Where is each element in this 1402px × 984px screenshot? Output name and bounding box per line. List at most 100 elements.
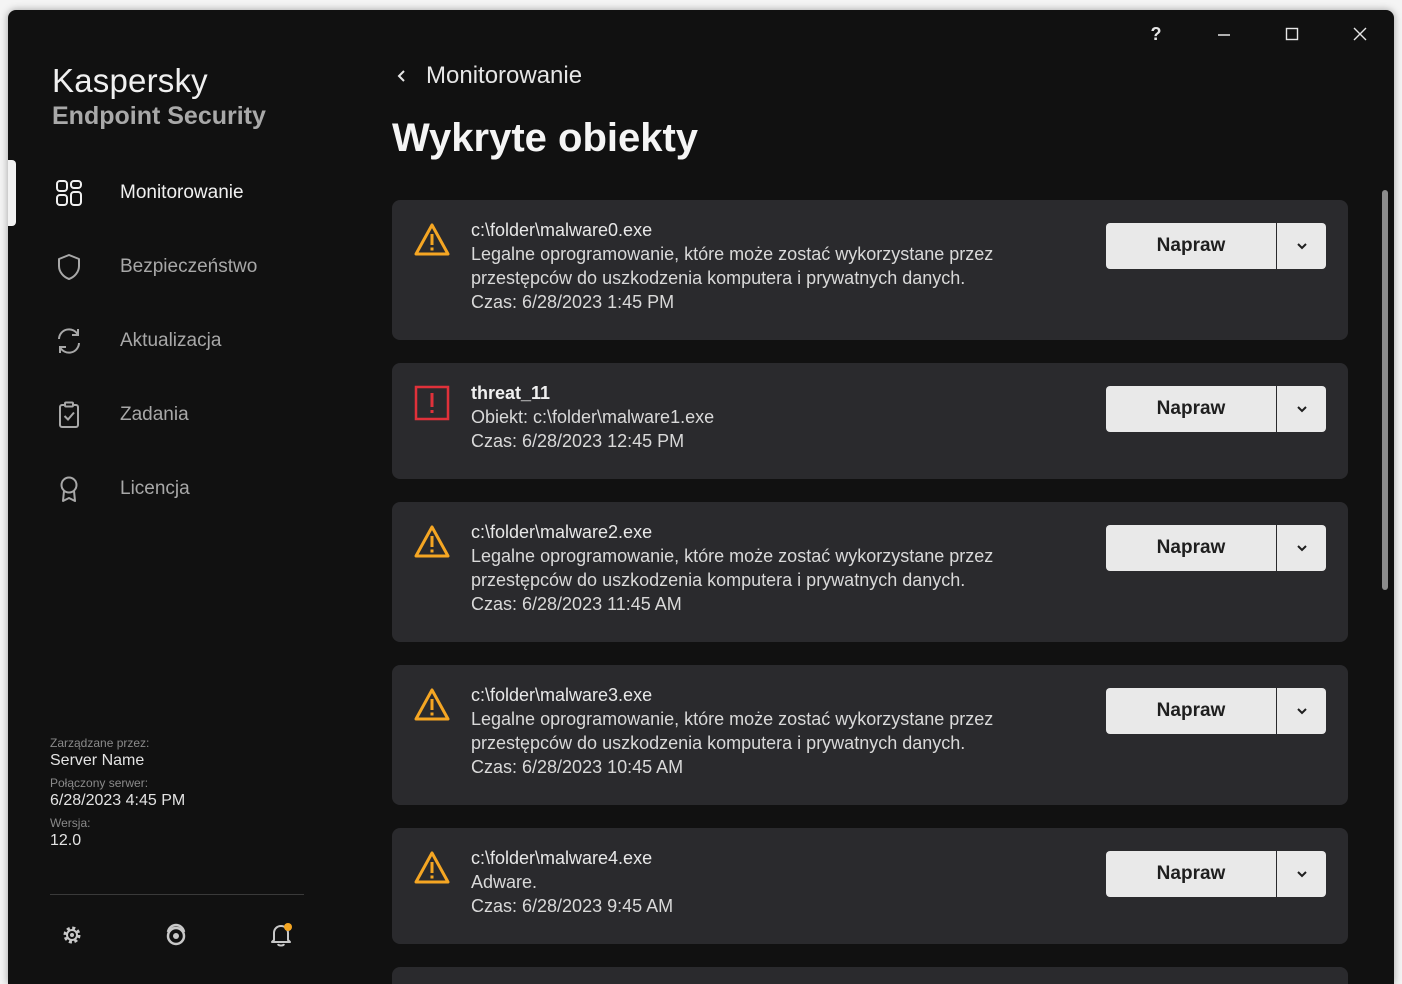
minimize-button[interactable] — [1204, 22, 1244, 46]
version-value: 12.0 — [50, 832, 82, 849]
detected-object-card: threat_11 Obiekt: c:\folder\malware1.exe… — [392, 363, 1348, 479]
sidebar-item-label: Monitorowanie — [120, 182, 244, 203]
detection-time: Czas: 6/28/2023 1:45 PM — [471, 292, 675, 312]
sidebar: Kaspersky Endpoint Security Monitorowani… — [8, 10, 338, 984]
object-title: c:\folder\malware2.exe — [471, 522, 653, 542]
back-link[interactable]: Monitorowanie — [392, 62, 582, 90]
chevron-down-icon — [1296, 406, 1307, 413]
fix-options-dropdown[interactable] — [1277, 386, 1326, 432]
maximize-button[interactable] — [1272, 22, 1312, 46]
managed-by-label: Zarządzane przez: — [50, 736, 150, 750]
support-button[interactable] — [156, 915, 196, 955]
shield-icon — [58, 254, 80, 280]
connected-server-label: Połączony serwer: — [50, 776, 149, 790]
sidebar-divider — [50, 894, 304, 895]
sidebar-item-aktualizacja[interactable]: Aktualizacja — [8, 304, 338, 378]
fix-button-group: Napraw — [1106, 223, 1326, 269]
object-description: Adware. — [471, 872, 538, 892]
detected-object-text: c:\folder\malware0.exe Legalne oprogramo… — [471, 218, 993, 314]
detected-object-card: c:\folder\malware4.exe Adware. Czas: 6/2… — [392, 828, 1348, 944]
warning-icon — [414, 223, 450, 256]
sidebar-bottom-toolbar — [8, 915, 338, 955]
detected-object-card: c:\folder\malware3.exe Legalne oprogramo… — [392, 665, 1348, 805]
detection-time: Czas: 6/28/2023 11:45 AM — [471, 594, 682, 614]
fix-button-group: Napraw — [1106, 386, 1326, 432]
management-info: Zarządzane przez: Server Name Połączony … — [50, 730, 185, 850]
fix-button[interactable]: Napraw — [1106, 851, 1276, 897]
app-window: ? Kaspersky Endpoint Security Monitorowa… — [8, 10, 1394, 984]
object-description: Obiekt: c:\folder\malware1.exe — [471, 407, 715, 427]
sidebar-item-label: Zadania — [120, 404, 189, 425]
sidebar-item-bezpieczenstwo[interactable]: Bezpieczeństwo — [8, 230, 338, 304]
close-icon — [1353, 27, 1367, 41]
detection-time: Czas: 6/28/2023 12:45 PM — [471, 431, 685, 451]
fix-button[interactable]: Napraw — [1106, 525, 1276, 571]
notifications-button[interactable] — [261, 915, 301, 955]
detected-object-text: c:\folder\malware4.exe Adware. Czas: 6/2… — [471, 846, 673, 918]
connected-server-value: 6/28/2023 4:45 PM — [50, 792, 186, 809]
dashboard-icon — [56, 180, 82, 206]
object-title: c:\folder\malware3.exe — [471, 685, 653, 705]
sidebar-item-label: Aktualizacja — [120, 330, 222, 351]
fix-options-dropdown[interactable] — [1277, 223, 1326, 269]
object-description: przestępców do uszkodzenia komputera i p… — [471, 733, 966, 753]
notification-bell-icon — [271, 923, 292, 947]
detected-object-card: c:\folder\malware0.exe Legalne oprogramo… — [392, 200, 1348, 340]
fix-button-group: Napraw — [1106, 525, 1326, 571]
version-label: Wersja: — [50, 816, 91, 830]
detection-time: Czas: 6/28/2023 10:45 AM — [471, 757, 684, 777]
chevron-left-icon — [397, 70, 405, 82]
object-title: c:\folder\malware4.exe — [471, 848, 653, 868]
brand-name: Kaspersky — [52, 62, 208, 99]
minimize-icon — [1218, 34, 1230, 36]
detected-object-card-partial — [392, 967, 1348, 984]
page-title: Wykryte obiekty — [392, 116, 699, 160]
chevron-down-icon — [1296, 871, 1307, 878]
product-name: Endpoint Security — [52, 102, 266, 130]
fix-button[interactable]: Napraw — [1106, 688, 1276, 734]
object-title: c:\folder\malware0.exe — [471, 220, 653, 240]
clipboard-icon — [59, 401, 79, 428]
object-description: Legalne oprogramowanie, które może zosta… — [471, 244, 994, 264]
detection-time: Czas: 6/28/2023 9:45 AM — [471, 896, 674, 916]
refresh-icon — [58, 328, 80, 354]
managed-by-value: Server Name — [50, 752, 145, 769]
object-description: Legalne oprogramowanie, które może zosta… — [471, 709, 994, 729]
detected-object-text: c:\folder\malware3.exe Legalne oprogramo… — [471, 683, 993, 779]
critical-alert-icon — [414, 385, 450, 421]
chevron-down-icon — [1296, 708, 1307, 715]
fix-button-group: Napraw — [1106, 851, 1326, 897]
fix-button[interactable]: Napraw — [1106, 386, 1276, 432]
support-icon — [166, 923, 186, 946]
chevron-down-icon — [1296, 545, 1307, 552]
maximize-icon — [1285, 27, 1299, 41]
object-description: Legalne oprogramowanie, które może zosta… — [471, 546, 994, 566]
sidebar-item-monitorowanie[interactable]: Monitorowanie — [8, 156, 338, 230]
chevron-down-icon — [1296, 243, 1307, 250]
back-link-label: Monitorowanie — [426, 62, 583, 89]
gear-icon — [63, 926, 81, 944]
sidebar-item-label: Licencja — [120, 478, 190, 499]
sidebar-item-label: Bezpieczeństwo — [120, 256, 258, 277]
settings-button[interactable] — [52, 915, 92, 955]
sidebar-item-zadania[interactable]: Zadania — [8, 378, 338, 452]
warning-icon — [414, 688, 450, 721]
help-button[interactable]: ? — [1136, 22, 1176, 46]
close-button[interactable] — [1340, 22, 1380, 46]
fix-button-group: Napraw — [1106, 688, 1326, 734]
sidebar-item-licencja[interactable]: Licencja — [8, 452, 338, 526]
detected-object-text: c:\folder\malware2.exe Legalne oprogramo… — [471, 520, 993, 616]
detected-object-card: c:\folder\malware2.exe Legalne oprogramo… — [392, 502, 1348, 642]
fix-button[interactable]: Napraw — [1106, 223, 1276, 269]
sidebar-nav: Monitorowanie Bezpieczeństwo Aktualizacj… — [8, 156, 338, 526]
fix-options-dropdown[interactable] — [1277, 525, 1326, 571]
award-icon — [60, 476, 78, 502]
warning-icon — [414, 525, 450, 558]
object-title: threat_11 — [471, 383, 551, 403]
object-description: przestępców do uszkodzenia komputera i p… — [471, 570, 966, 590]
fix-options-dropdown[interactable] — [1277, 851, 1326, 897]
object-description: przestępców do uszkodzenia komputera i p… — [471, 268, 966, 288]
fix-options-dropdown[interactable] — [1277, 688, 1326, 734]
detected-object-text: threat_11 Obiekt: c:\folder\malware1.exe… — [471, 381, 714, 453]
scrollbar-thumb[interactable] — [1382, 190, 1388, 590]
